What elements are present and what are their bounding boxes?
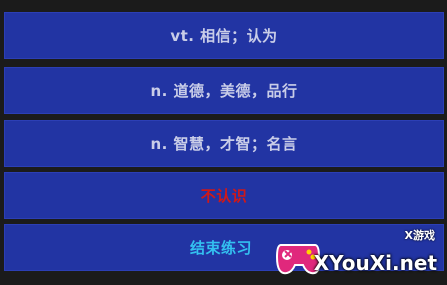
watermark-brand: XYouXi.net [313,251,437,275]
answer-option-2[interactable]: n. 道德，美德，品行 [4,67,444,114]
watermark: X游戏 XYouXi.net [271,221,441,281]
answer-option-3[interactable]: n. 智慧，才智；名言 [4,120,444,167]
answer-option-1[interactable]: vt. 相信；认为 [4,12,444,59]
dont-know-button[interactable]: 不认识 [4,172,444,219]
watermark-tag: X游戏 [404,229,435,242]
